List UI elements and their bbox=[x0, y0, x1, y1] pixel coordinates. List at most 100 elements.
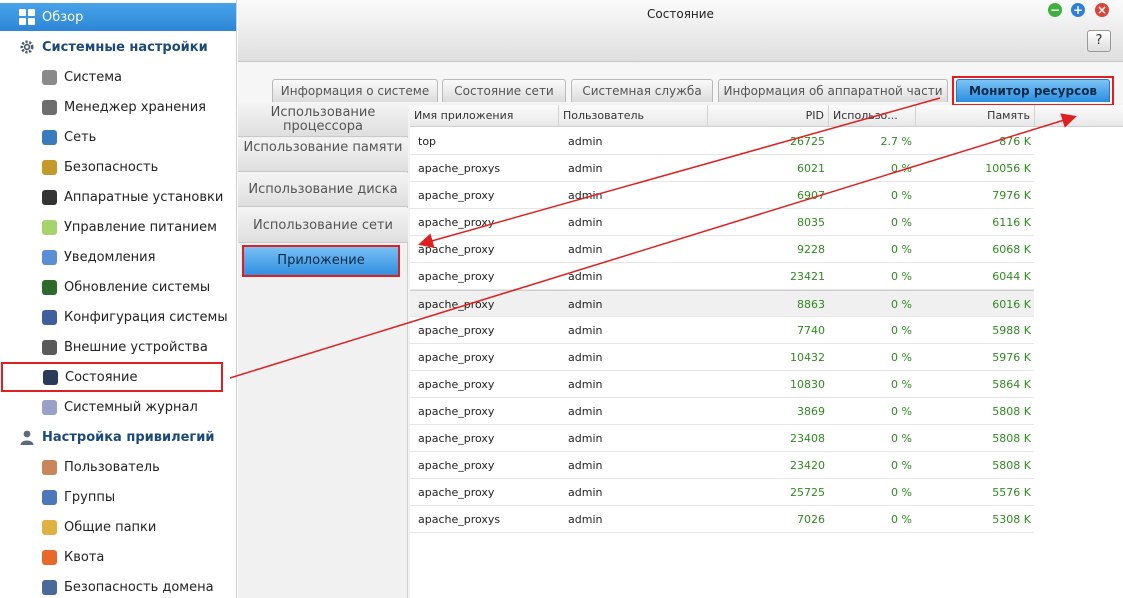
column-header-pid[interactable]: PID bbox=[708, 105, 829, 127]
cell-usage: 0 % bbox=[891, 270, 912, 283]
sidebar-item-label: Уведомления bbox=[64, 249, 156, 265]
sidebar-item-overview[interactable]: Обзор bbox=[0, 3, 236, 31]
table-row[interactable]: apache_proxy admin 23420 0 % 5808 K bbox=[410, 452, 1034, 479]
cell-usage: 0 % bbox=[891, 324, 912, 337]
table-row[interactable]: apache_proxy admin 9228 0 % 6068 K bbox=[410, 236, 1034, 263]
tab-hardware-info[interactable]: Информация об аппаратной части bbox=[718, 79, 948, 102]
cell-usage: 0 % bbox=[891, 162, 912, 175]
cell-app: top bbox=[418, 135, 437, 148]
cell-app: apache_proxy bbox=[418, 378, 495, 391]
table-row[interactable]: apache_proxy admin 10830 0 % 5864 K bbox=[410, 371, 1034, 398]
cell-pid: 26725 bbox=[790, 135, 825, 148]
network-icon bbox=[42, 129, 57, 145]
cell-pid: 3869 bbox=[797, 405, 825, 418]
sidebar-item-system-11[interactable]: Системный журнал bbox=[0, 392, 236, 422]
sidebar-item-system-3[interactable]: Безопасность bbox=[0, 152, 236, 182]
tab-system-service[interactable]: Системная служба bbox=[571, 79, 713, 102]
subnav-label: Использование процессора bbox=[270, 105, 376, 134]
sidebar-item-system-4[interactable]: Аппаратные установки bbox=[0, 182, 236, 212]
sidebar-group-privileges[interactable]: Настройка привилегий bbox=[0, 423, 236, 451]
window-titlebar: Состояние − + × ? bbox=[238, 0, 1123, 62]
subnav-label: Приложение bbox=[277, 253, 365, 268]
sidebar-item-privilege-1[interactable]: Группы bbox=[0, 482, 236, 512]
cell-usage: 0 % bbox=[891, 189, 912, 202]
maximize-icon[interactable]: + bbox=[1071, 3, 1085, 17]
sidebar-item-system-8[interactable]: Конфигурация системы bbox=[0, 302, 236, 332]
sidebar-item-label: Системный журнал bbox=[64, 399, 198, 415]
sidebar-item-system-0[interactable]: Система bbox=[0, 62, 236, 92]
minimize-icon[interactable]: − bbox=[1048, 3, 1062, 17]
column-header-user[interactable]: Пользователь bbox=[559, 105, 708, 127]
cell-usage: 0 % bbox=[891, 459, 912, 472]
cell-usage: 0 % bbox=[891, 432, 912, 445]
table-row[interactable]: apache_proxy admin 6907 0 % 7976 K bbox=[410, 182, 1034, 209]
sidebar-item-system-9[interactable]: Внешние устройства bbox=[0, 332, 236, 362]
cell-memory: 5864 K bbox=[992, 378, 1031, 391]
sidebar-item-label: Квота bbox=[64, 549, 105, 565]
cell-memory: 6016 K bbox=[992, 298, 1031, 311]
sidebar-group-system-settings[interactable]: Системные настройки bbox=[0, 33, 236, 61]
cell-memory: 5976 K bbox=[992, 351, 1031, 364]
tab-system-info[interactable]: Информация о системе bbox=[272, 79, 438, 102]
table-row[interactable]: top admin 26725 2.7 % 876 K bbox=[410, 128, 1034, 155]
column-header-memory[interactable]: Память bbox=[916, 105, 1035, 127]
table-row[interactable]: apache_proxy admin 8035 0 % 6116 K bbox=[410, 209, 1034, 236]
table-header: Имя приложения Пользователь PID Использо… bbox=[410, 105, 1123, 127]
sidebar-item-label: Сеть bbox=[64, 129, 97, 145]
folder-icon bbox=[42, 519, 57, 535]
subnav-label: Использование памяти bbox=[243, 140, 403, 155]
subnav-cpu[interactable]: Использование процессора bbox=[238, 103, 408, 137]
sidebar-item-system-10[interactable]: Состояние bbox=[1, 362, 223, 392]
sidebar-group-label: Настройка привилегий bbox=[42, 429, 215, 445]
subnav-disk[interactable]: Использование диска bbox=[238, 173, 408, 207]
close-icon[interactable]: × bbox=[1095, 3, 1109, 17]
subnav-network[interactable]: Использование сети bbox=[238, 208, 408, 243]
groups-icon bbox=[42, 489, 57, 505]
person-icon bbox=[20, 430, 34, 445]
table-row[interactable]: apache_proxy admin 8863 0 % 6016 K bbox=[410, 290, 1034, 317]
table-row[interactable]: apache_proxy admin 10432 0 % 5976 K bbox=[410, 344, 1034, 371]
cell-app: apache_proxys bbox=[418, 162, 501, 175]
cell-memory: 5808 K bbox=[992, 432, 1031, 445]
subnav-label: Использование сети bbox=[252, 218, 394, 233]
monitor-icon bbox=[43, 369, 58, 385]
subnav-memory[interactable]: Использование памяти bbox=[238, 138, 408, 172]
sidebar-item-label: Пользователь bbox=[64, 459, 160, 475]
cell-user: admin bbox=[568, 243, 603, 256]
cell-app: apache_proxy bbox=[418, 216, 495, 229]
table-row[interactable]: apache_proxy admin 7740 0 % 5988 K bbox=[410, 317, 1034, 344]
cell-usage: 0 % bbox=[891, 298, 912, 311]
table-row[interactable]: apache_proxy admin 23408 0 % 5808 K bbox=[410, 425, 1034, 452]
cell-usage: 0 % bbox=[891, 405, 912, 418]
cell-user: admin bbox=[568, 324, 603, 337]
table-row[interactable]: apache_proxy admin 23421 0 % 6044 K bbox=[410, 263, 1034, 290]
sidebar-item-system-5[interactable]: Управление питанием bbox=[0, 212, 236, 242]
cell-user: admin bbox=[568, 378, 603, 391]
subnav-application[interactable]: Приложение bbox=[242, 245, 400, 277]
sidebar-item-privilege-3[interactable]: Квота bbox=[0, 542, 236, 572]
sidebar-item-system-7[interactable]: Обновление системы bbox=[0, 272, 236, 302]
cell-memory: 6068 K bbox=[992, 243, 1031, 256]
cell-user: admin bbox=[568, 351, 603, 364]
table-row[interactable]: apache_proxys admin 7026 0 % 5308 K bbox=[410, 506, 1034, 533]
cell-user: admin bbox=[568, 189, 603, 202]
table-row[interactable]: apache_proxy admin 3869 0 % 5808 K bbox=[410, 398, 1034, 425]
sidebar-item-system-1[interactable]: Менеджер хранения bbox=[0, 92, 236, 122]
sidebar-item-privilege-0[interactable]: Пользователь bbox=[0, 452, 236, 482]
help-button[interactable]: ? bbox=[1087, 30, 1111, 52]
sidebar-item-privilege-2[interactable]: Общие папки bbox=[0, 512, 236, 542]
tab-network-status[interactable]: Состояние сети bbox=[442, 79, 566, 102]
cell-pid: 8863 bbox=[797, 298, 825, 311]
table-row[interactable]: apache_proxys admin 6021 0 % 10056 K bbox=[410, 155, 1034, 182]
sidebar-item-label: Управление питанием bbox=[64, 219, 217, 235]
column-header-usage[interactable]: Использо... bbox=[829, 105, 916, 127]
notification-icon bbox=[42, 249, 57, 265]
sidebar-item-system-2[interactable]: Сеть bbox=[0, 122, 236, 152]
quota-icon bbox=[42, 549, 57, 565]
sidebar-item-label: Общие папки bbox=[64, 519, 157, 535]
cell-memory: 5576 K bbox=[992, 486, 1031, 499]
table-row[interactable]: apache_proxy admin 25725 0 % 5576 K bbox=[410, 479, 1034, 506]
sidebar-item-system-6[interactable]: Уведомления bbox=[0, 242, 236, 272]
sidebar-item-privilege-4[interactable]: Безопасность домена bbox=[0, 572, 236, 598]
column-header-app[interactable]: Имя приложения bbox=[410, 105, 559, 127]
